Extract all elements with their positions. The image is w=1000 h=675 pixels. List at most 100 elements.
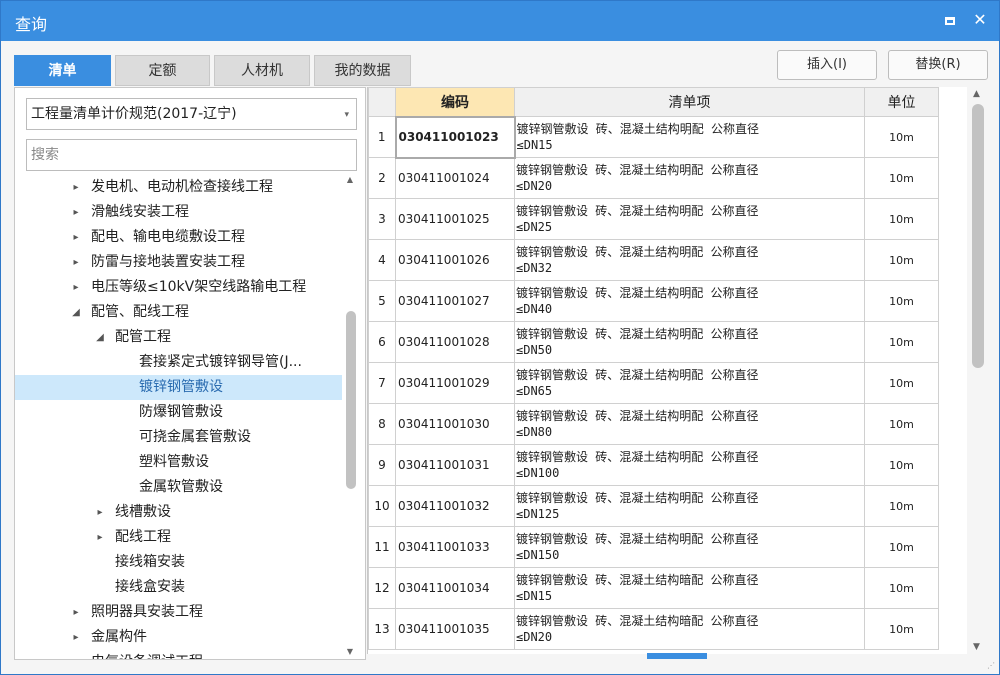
expand-arrow-icon[interactable]: ▸ <box>70 650 82 659</box>
scroll-down-icon[interactable]: ▼ <box>344 647 356 659</box>
row-number[interactable]: 8 <box>368 403 396 445</box>
grid-horizontal-thumb[interactable] <box>647 653 707 659</box>
tree-item[interactable]: ▸ 配线工程 <box>15 525 342 550</box>
tree-item[interactable]: ◢ 配管工程 <box>15 325 342 350</box>
code-cell[interactable]: 030411001028 <box>395 321 515 363</box>
unit-cell[interactable]: 10m <box>864 198 939 240</box>
unit-cell[interactable]: 10m <box>864 444 939 486</box>
tab-my-data[interactable]: 我的数据 <box>314 55 411 86</box>
code-cell[interactable]: 030411001026 <box>395 239 515 281</box>
item-cell[interactable]: 镀锌钢管敷设 砖、混凝土结构明配 公称直径 ≤DN125 <box>514 485 865 527</box>
replace-button[interactable]: 替换(R) <box>888 50 988 80</box>
close-icon[interactable]: ✕ <box>970 10 990 30</box>
expand-arrow-icon[interactable]: ▸ <box>70 250 82 275</box>
table-row[interactable]: 7 030411001029 镀锌钢管敷设 砖、混凝土结构明配 公称直径 ≤DN65… <box>368 362 939 404</box>
row-number[interactable]: 6 <box>368 321 396 363</box>
item-cell[interactable]: 镀锌钢管敷设 砖、混凝土结构明配 公称直径 ≤DN15 <box>514 116 865 158</box>
tree-item[interactable]: ▸ 电压等级≤10kV架空线路输电工程 <box>15 275 342 300</box>
unit-cell[interactable]: 10m <box>864 403 939 445</box>
row-number[interactable]: 13 <box>368 608 396 650</box>
unit-cell[interactable]: 10m <box>864 116 939 158</box>
expand-arrow-icon[interactable]: ▸ <box>70 625 82 650</box>
unit-cell[interactable]: 10m <box>864 567 939 609</box>
tree-item[interactable]: 金属软管敷设 <box>15 475 342 500</box>
table-row[interactable]: 5 030411001027 镀锌钢管敷设 砖、混凝土结构明配 公称直径 ≤DN40… <box>368 280 939 322</box>
row-number[interactable]: 12 <box>368 567 396 609</box>
row-number[interactable]: 2 <box>368 157 396 199</box>
expand-arrow-icon[interactable]: ▸ <box>70 200 82 225</box>
tree-item[interactable]: ▸ 线槽敷设 <box>15 500 342 525</box>
insert-button[interactable]: 插入(I) <box>777 50 877 80</box>
column-header-unit[interactable]: 单位 <box>864 87 939 117</box>
tree-scrollbar[interactable]: ▲ ▼ <box>344 175 356 659</box>
code-cell[interactable]: 030411001023 <box>394 115 516 159</box>
item-cell[interactable]: 镀锌钢管敷设 砖、混凝土结构明配 公称直径 ≤DN50 <box>514 321 865 363</box>
tree-item[interactable]: 塑料管敷设 <box>15 450 342 475</box>
tree-item[interactable]: ▸ 照明器具安装工程 <box>15 600 342 625</box>
code-cell[interactable]: 030411001032 <box>395 485 515 527</box>
resize-grip-icon[interactable]: ⋰ <box>987 661 997 671</box>
unit-cell[interactable]: 10m <box>864 362 939 404</box>
expand-arrow-icon[interactable]: ▸ <box>70 175 82 200</box>
row-number[interactable]: 5 <box>368 280 396 322</box>
grid-scroll-thumb[interactable] <box>972 104 984 368</box>
expand-arrow-icon[interactable]: ▸ <box>70 225 82 250</box>
tab-quota[interactable]: 定额 <box>115 55 210 86</box>
unit-cell[interactable]: 10m <box>864 239 939 281</box>
unit-cell[interactable]: 10m <box>864 608 939 650</box>
scroll-up-icon[interactable]: ▲ <box>973 89 980 99</box>
tree-item[interactable]: 套接紧定式镀锌钢导管(J... <box>15 350 342 375</box>
expand-arrow-icon[interactable]: ▸ <box>70 275 82 300</box>
spec-select[interactable]: 工程量清单计价规范(2017-辽宁) ▾ <box>26 98 357 130</box>
tab-bill-items[interactable]: 清单 <box>14 55 111 86</box>
unit-cell[interactable]: 10m <box>864 280 939 322</box>
table-row[interactable]: 10 030411001032 镀锌钢管敷设 砖、混凝土结构明配 公称直径 ≤DN1… <box>368 485 939 527</box>
grid-vertical-scrollbar[interactable]: ▲ ▼ <box>969 87 989 654</box>
tree-scroll-thumb[interactable] <box>346 311 356 489</box>
table-row[interactable]: 6 030411001028 镀锌钢管敷设 砖、混凝土结构明配 公称直径 ≤DN50… <box>368 321 939 363</box>
maximize-icon[interactable] <box>940 10 960 30</box>
search-input[interactable]: 搜索 <box>26 139 357 171</box>
tree-item[interactable]: ▸ 发电机、电动机检查接线工程 <box>15 175 342 200</box>
collapse-arrow-icon[interactable]: ◢ <box>70 300 82 325</box>
tree-item[interactable]: 接线箱安装 <box>15 550 342 575</box>
table-row[interactable]: 13 030411001035 镀锌钢管敷设 砖、混凝土结构暗配 公称直径 ≤DN2… <box>368 608 939 650</box>
tree-item[interactable]: 可挠金属套管敷设 <box>15 425 342 450</box>
item-cell[interactable]: 镀锌钢管敷设 砖、混凝土结构明配 公称直径 ≤DN40 <box>514 280 865 322</box>
table-row[interactable]: 2 030411001024 镀锌钢管敷设 砖、混凝土结构明配 公称直径 ≤DN20… <box>368 157 939 199</box>
row-number[interactable]: 7 <box>368 362 396 404</box>
code-cell[interactable]: 030411001035 <box>395 608 515 650</box>
table-row[interactable]: 9 030411001031 镀锌钢管敷设 砖、混凝土结构明配 公称直径 ≤DN10… <box>368 444 939 486</box>
row-number[interactable]: 3 <box>368 198 396 240</box>
table-row[interactable]: 3 030411001025 镀锌钢管敷设 砖、混凝土结构明配 公称直径 ≤DN25… <box>368 198 939 240</box>
unit-cell[interactable]: 10m <box>864 157 939 199</box>
item-cell[interactable]: 镀锌钢管敷设 砖、混凝土结构明配 公称直径 ≤DN65 <box>514 362 865 404</box>
code-cell[interactable]: 030411001030 <box>395 403 515 445</box>
unit-cell[interactable]: 10m <box>864 321 939 363</box>
tree-item[interactable]: ▸ 金属构件 <box>15 625 342 650</box>
item-cell[interactable]: 镀锌钢管敷设 砖、混凝土结构暗配 公称直径 ≤DN20 <box>514 608 865 650</box>
tree-item[interactable]: 防爆钢管敷设 <box>15 400 342 425</box>
row-number[interactable]: 1 <box>368 116 396 158</box>
item-cell[interactable]: 镀锌钢管敷设 砖、混凝土结构明配 公称直径 ≤DN150 <box>514 526 865 568</box>
table-row[interactable]: 11 030411001033 镀锌钢管敷设 砖、混凝土结构明配 公称直径 ≤DN1… <box>368 526 939 568</box>
tree-item[interactable]: ▸ 防雷与接地装置安装工程 <box>15 250 342 275</box>
tab-labor-material-machine[interactable]: 人材机 <box>214 55 310 86</box>
scroll-up-icon[interactable]: ▲ <box>344 175 356 187</box>
expand-arrow-icon[interactable]: ▸ <box>70 600 82 625</box>
tree-item[interactable]: ▸ 配电、输电电缆敷设工程 <box>15 225 342 250</box>
item-cell[interactable]: 镀锌钢管敷设 砖、混凝土结构明配 公称直径 ≤DN80 <box>514 403 865 445</box>
table-row[interactable]: 12 030411001034 镀锌钢管敷设 砖、混凝土结构暗配 公称直径 ≤DN1… <box>368 567 939 609</box>
tree-item[interactable]: ◢ 配管、配线工程 <box>15 300 342 325</box>
row-number[interactable]: 11 <box>368 526 396 568</box>
code-cell[interactable]: 030411001029 <box>395 362 515 404</box>
scroll-down-icon[interactable]: ▼ <box>973 642 980 652</box>
title-bar[interactable]: 查询 ✕ <box>1 1 999 41</box>
code-cell[interactable]: 030411001025 <box>395 198 515 240</box>
collapse-arrow-icon[interactable]: ◢ <box>94 325 106 350</box>
code-cell[interactable]: 030411001033 <box>395 526 515 568</box>
table-row[interactable]: 4 030411001026 镀锌钢管敷设 砖、混凝土结构明配 公称直径 ≤DN32… <box>368 239 939 281</box>
unit-cell[interactable]: 10m <box>864 526 939 568</box>
code-cell[interactable]: 030411001031 <box>395 444 515 486</box>
table-row[interactable]: 1 030411001023 镀锌钢管敷设 砖、混凝土结构明配 公称直径 ≤DN15… <box>368 115 939 159</box>
